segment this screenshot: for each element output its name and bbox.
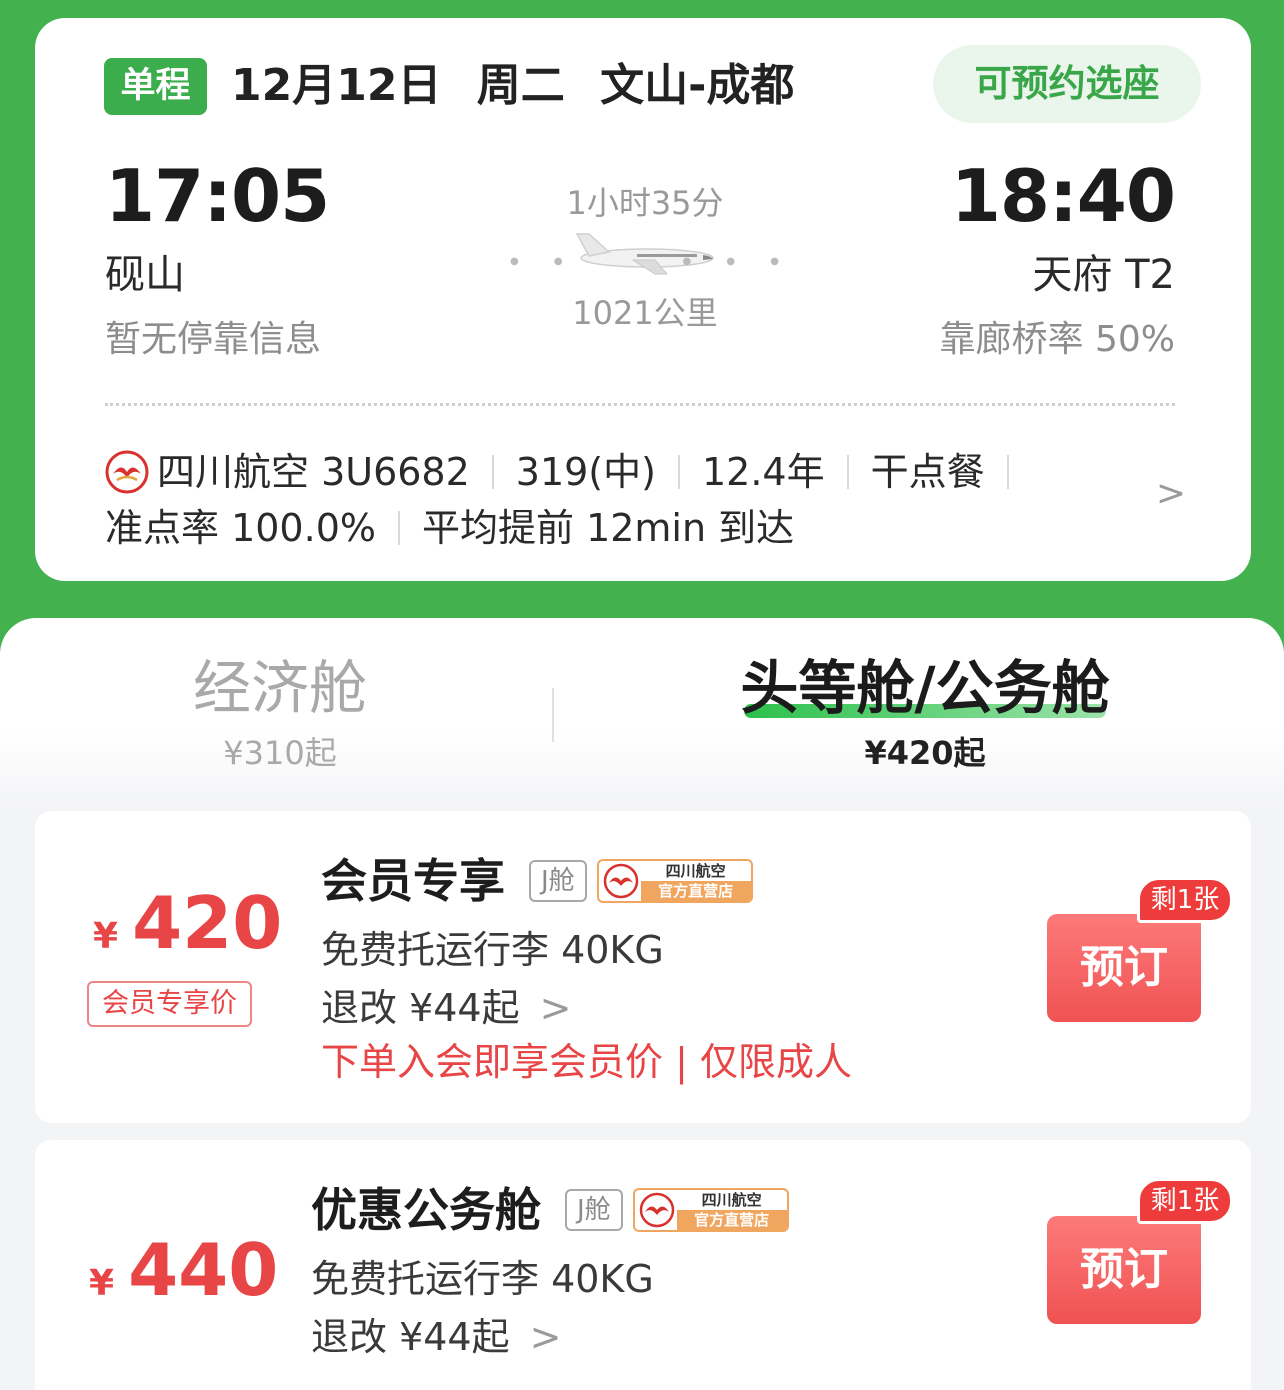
official-store-badge: 四川航空 官方直营店 bbox=[596, 859, 753, 903]
trip-summary: 12月12日 周二 文山-成都 bbox=[231, 56, 814, 116]
fare-card-business-discount[interactable]: ¥440 优惠公务舱 J舱 四川航空 官方直营店 免费托运行李 40KG 退改 … bbox=[35, 1140, 1251, 1390]
divider bbox=[105, 403, 1175, 406]
cabin-class-tag: J舱 bbox=[529, 860, 587, 902]
flight-distance: 1021公里 bbox=[572, 294, 718, 332]
separator bbox=[1006, 455, 1009, 489]
separator bbox=[491, 455, 494, 489]
book-button[interactable]: 预订 bbox=[1047, 914, 1201, 1022]
separator bbox=[846, 455, 849, 489]
separator bbox=[677, 455, 680, 489]
refund-change-text: 退改 ¥44起 bbox=[311, 1315, 510, 1359]
arrival-time: 18:40 bbox=[950, 154, 1176, 238]
trip-route: 文山-成都 bbox=[600, 60, 795, 111]
airline-flight-number: 四川航空 3U6682 bbox=[157, 450, 470, 494]
refund-change-link[interactable]: 退改 ¥44起 > bbox=[311, 1312, 561, 1362]
flight-info-card[interactable]: 单程 12月12日 周二 文山-成都 可预约选座 17:05 18:40 砚山 … bbox=[35, 18, 1251, 581]
meal-info: 干点餐 bbox=[870, 450, 985, 494]
fare-title-row: 优惠公务舱 J舱 四川航空 官方直营店 bbox=[311, 1180, 789, 1240]
sichuan-airlines-logo-icon bbox=[603, 863, 638, 899]
remaining-seats-badge: 剩1张 bbox=[1137, 877, 1233, 923]
aircraft-type: 319(中) bbox=[515, 450, 656, 494]
chevron-right-icon: > bbox=[539, 986, 572, 1030]
official-store-airline: 四川航空 bbox=[665, 862, 726, 880]
flight-route-center: 1小时35分 ● ● ● ● ● ● 1021公里 bbox=[505, 178, 785, 338]
arrival-airport: 天府 T2 bbox=[1032, 252, 1175, 298]
fare-price: ¥440 bbox=[89, 1228, 278, 1312]
official-store-badge: 四川航空 官方直营店 bbox=[632, 1188, 789, 1232]
remaining-seats-badge: 剩1张 bbox=[1137, 1178, 1233, 1224]
aircraft-age: 12.4年 bbox=[701, 450, 825, 494]
official-store-label: 官方直营店 bbox=[640, 881, 751, 901]
currency-symbol: ¥ bbox=[89, 1263, 115, 1304]
chevron-right-icon: > bbox=[529, 1315, 562, 1359]
tab-first-business-text: 头等舱/公务舱 bbox=[740, 654, 1110, 722]
fare-title: 优惠公务舱 bbox=[311, 1183, 541, 1237]
trip-weekday: 周二 bbox=[476, 60, 565, 111]
member-price-tag: 会员专享价 bbox=[87, 981, 252, 1027]
cabin-class-tag: J舱 bbox=[565, 1189, 623, 1231]
arrival-bridge-rate: 靠廊桥率 50% bbox=[939, 319, 1175, 360]
refund-change-link[interactable]: 退改 ¥44起 > bbox=[321, 983, 571, 1033]
tab-economy[interactable]: 经济舱 ¥310起 bbox=[140, 648, 420, 778]
tab-first-business[interactable]: 头等舱/公务舱 ¥420起 bbox=[720, 648, 1130, 778]
average-early-arrival: 平均提前 12min 到达 bbox=[421, 506, 795, 550]
departure-stand-info: 暂无停靠信息 bbox=[105, 319, 322, 360]
member-note: 下单入会即享会员价 | 仅限成人 bbox=[321, 1040, 852, 1084]
official-store-airline: 四川航空 bbox=[701, 1191, 762, 1209]
fare-card-member[interactable]: ¥420 会员专享价 会员专享 J舱 四川航空 官方直营店 免费托运行李 40K… bbox=[35, 811, 1251, 1123]
trip-date: 12月12日 bbox=[231, 60, 442, 111]
fare-title: 会员专享 bbox=[321, 854, 505, 908]
seat-selection-pill[interactable]: 可预约选座 bbox=[933, 45, 1201, 123]
baggage-allowance: 免费托运行李 40KG bbox=[321, 928, 664, 972]
refund-change-text: 退改 ¥44起 bbox=[321, 986, 520, 1030]
sichuan-airlines-logo-icon bbox=[105, 450, 149, 494]
airline-details: 四川航空 3U6682 319(中) 12.4年 干点餐 bbox=[105, 444, 1031, 500]
fare-price: ¥420 bbox=[93, 881, 282, 965]
separator bbox=[397, 511, 400, 545]
airplane-icon bbox=[575, 233, 714, 275]
departure-time: 17:05 bbox=[105, 154, 330, 238]
official-store-label: 官方直营店 bbox=[676, 1210, 787, 1230]
chevron-right-icon[interactable]: > bbox=[1156, 473, 1186, 514]
flight-duration: 1小时35分 bbox=[566, 184, 724, 222]
plane-graphic: ● ● ● ● ● ● bbox=[505, 228, 785, 288]
departure-airport: 砚山 bbox=[105, 252, 185, 298]
ontime-rate: 准点率 100.0% bbox=[105, 506, 376, 550]
fare-title-row: 会员专享 J舱 四川航空 官方直营店 bbox=[321, 851, 753, 911]
tab-first-business-price: ¥420起 bbox=[864, 734, 986, 772]
tab-first-business-label: 头等舱/公务舱 bbox=[720, 648, 1130, 728]
tab-divider bbox=[552, 688, 554, 742]
punctuality-details: 准点率 100.0% 平均提前 12min 到达 bbox=[105, 500, 794, 556]
tab-economy-price: ¥310起 bbox=[223, 734, 337, 772]
sichuan-airlines-logo-icon bbox=[639, 1192, 674, 1228]
fare-amount: 420 bbox=[132, 881, 283, 965]
baggage-allowance: 免费托运行李 40KG bbox=[311, 1257, 654, 1301]
fare-amount: 440 bbox=[128, 1228, 279, 1312]
trip-type-badge: 单程 bbox=[104, 58, 207, 115]
route-dots-right: ● ● ● bbox=[682, 256, 795, 267]
tab-economy-label: 经济舱 bbox=[192, 654, 367, 722]
currency-symbol: ¥ bbox=[93, 916, 119, 957]
book-button[interactable]: 预订 bbox=[1047, 1216, 1201, 1324]
